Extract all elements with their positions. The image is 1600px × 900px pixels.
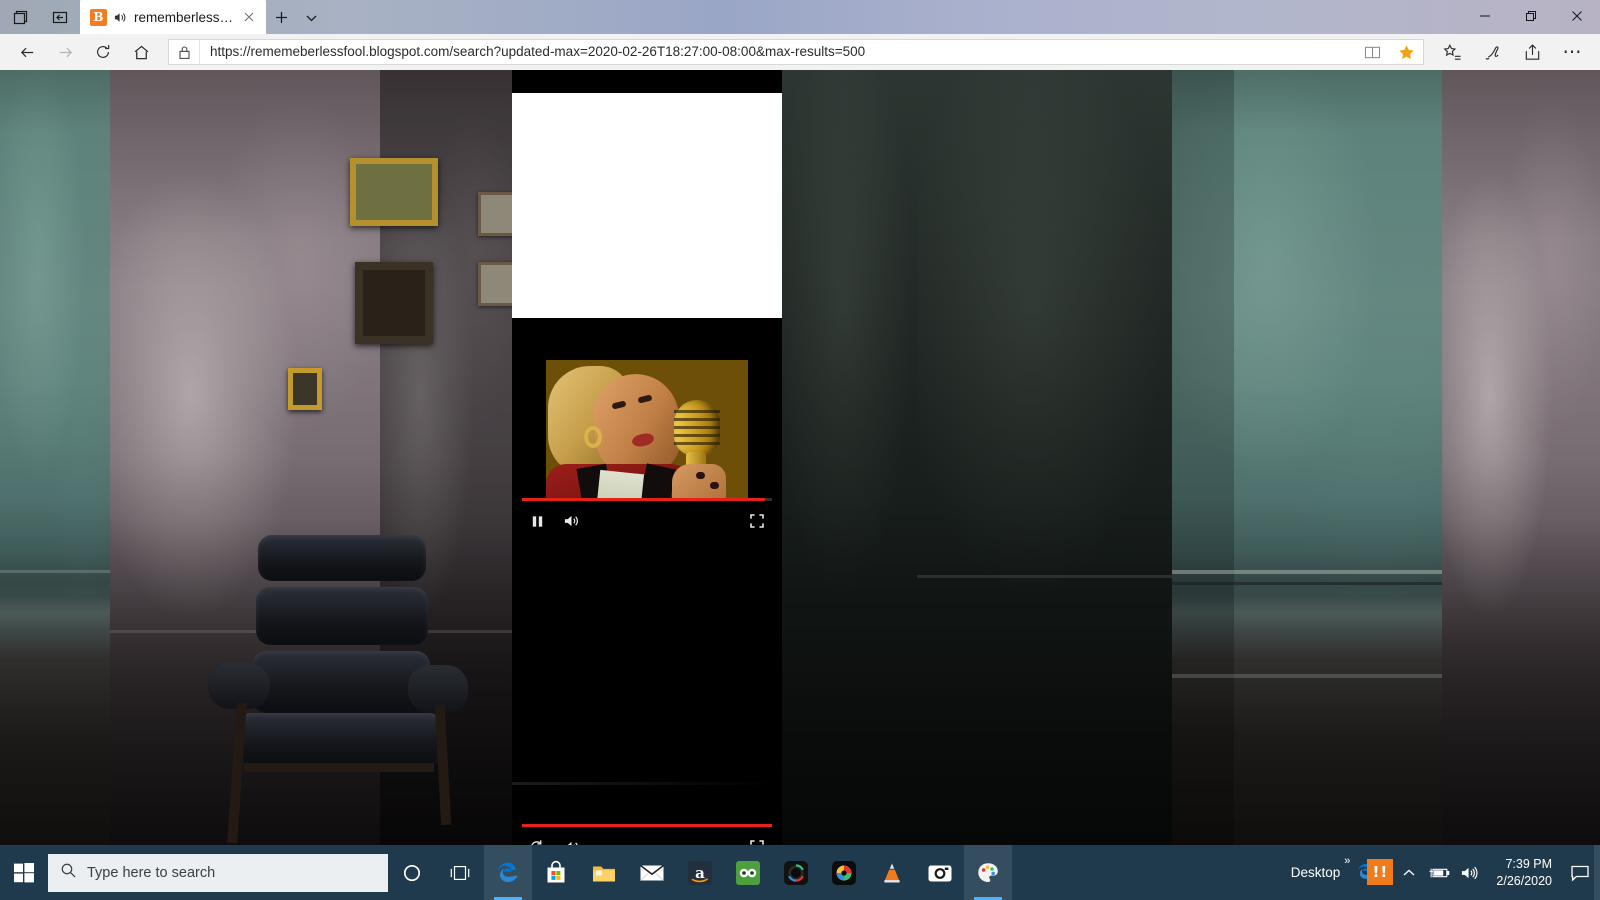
blank-post-box[interactable] <box>512 93 782 318</box>
hidden-icons-chevron-icon[interactable] <box>1394 845 1424 900</box>
windows-taskbar: Type here to search a Desktop » !! 7:39 … <box>0 845 1600 900</box>
volume-on-icon[interactable] <box>558 508 584 534</box>
set-tabs-aside-icon[interactable] <box>40 0 80 34</box>
tray-overflow-label[interactable]: » <box>1344 855 1356 877</box>
wall-picture-frame <box>288 368 322 410</box>
blogger-favicon: B <box>90 8 107 26</box>
favorite-star-icon[interactable] <box>1389 44 1423 61</box>
settings-more-button[interactable]: ⋯ <box>1552 36 1592 68</box>
wainscot-line <box>1172 570 1442 574</box>
page-viewport[interactable] <box>0 70 1600 845</box>
tab-strip: B rememberlessfool <box>0 0 1600 34</box>
armchair-decoration <box>200 535 470 845</box>
search-icon <box>60 862 77 884</box>
padlock-icon <box>169 45 199 60</box>
video-progress-fill <box>522 498 765 501</box>
background-shade <box>1172 70 1234 845</box>
taskbar-app-camera-lens[interactable] <box>772 845 820 900</box>
wall-picture-frame <box>350 158 438 226</box>
minimize-window-button[interactable] <box>1462 0 1508 32</box>
new-tab-button[interactable] <box>266 0 296 34</box>
address-bar[interactable]: https://rememeberlessfool.blogspot.com/s… <box>168 39 1424 65</box>
volume-on-icon[interactable] <box>558 834 584 845</box>
share-icon[interactable] <box>1512 36 1552 68</box>
tab-title: rememberlessfool <box>134 9 234 25</box>
favorites-hub-icon[interactable] <box>1432 36 1472 68</box>
browser-tab[interactable]: B rememberlessfool <box>80 0 266 34</box>
page-scroll-divider <box>512 782 782 785</box>
taskbar-app-microsoft-store[interactable] <box>532 845 580 900</box>
fullscreen-icon[interactable] <box>744 508 770 534</box>
back-button[interactable] <box>8 36 46 68</box>
taskbar-app-microsoft-edge[interactable] <box>484 845 532 900</box>
background-tile <box>917 70 1172 845</box>
navigation-bar: https://rememeberlessfool.blogspot.com/s… <box>0 34 1600 70</box>
task-view-icon[interactable] <box>436 845 484 900</box>
video-player-ended[interactable] <box>512 540 782 845</box>
wall-picture-frame <box>355 262 433 344</box>
close-window-button[interactable] <box>1554 0 1600 32</box>
wainscot-line <box>0 570 110 573</box>
desktop-label[interactable]: Desktop <box>1287 865 1345 880</box>
system-tray: Desktop » !! 7:39 PM 2/26/2020 <box>1287 845 1600 900</box>
window-controls <box>1462 0 1600 32</box>
home-button[interactable] <box>122 36 160 68</box>
cortana-icon[interactable] <box>388 845 436 900</box>
taskbar-app-mail[interactable] <box>628 845 676 900</box>
baseboard-line <box>1172 674 1442 678</box>
show-desktop-button[interactable] <box>1594 845 1600 900</box>
search-input[interactable]: Type here to search <box>48 853 388 892</box>
forward-button[interactable] <box>46 36 84 68</box>
video-progress-bar[interactable] <box>522 498 772 501</box>
restore-window-button[interactable] <box>1508 0 1554 32</box>
pause-icon[interactable] <box>524 508 550 534</box>
clock[interactable]: 7:39 PM 2/26/2020 <box>1484 856 1564 890</box>
browser-window: B rememberlessfool https://rememeberless… <box>0 0 1600 900</box>
tab-actions-icon[interactable] <box>0 0 40 34</box>
taskbar-app-amazon[interactable]: a <box>676 845 724 900</box>
tab-dropdown-button[interactable] <box>296 0 326 34</box>
refresh-button[interactable] <box>84 36 122 68</box>
fullscreen-icon[interactable] <box>744 834 770 845</box>
video-stage[interactable] <box>512 352 782 498</box>
taskbar-app-file-explorer[interactable] <box>580 845 628 900</box>
taskbar-app-tripadvisor[interactable] <box>724 845 772 900</box>
close-tab-icon[interactable] <box>240 8 258 26</box>
web-notes-icon[interactable] <box>1472 36 1512 68</box>
start-button[interactable] <box>0 845 48 900</box>
speaker-playing-icon[interactable] <box>113 10 128 25</box>
clock-date: 2/26/2020 <box>1496 873 1552 888</box>
video-controls <box>512 504 782 538</box>
taskbar-app-camera[interactable] <box>916 845 964 900</box>
video-player-playing[interactable] <box>512 352 782 532</box>
url-text[interactable]: https://rememeberlessfool.blogspot.com/s… <box>199 40 1355 64</box>
video-progress-bar[interactable] <box>522 824 772 827</box>
svg-text:a: a <box>695 864 705 882</box>
background-tile <box>0 70 110 845</box>
background-tile <box>782 70 917 845</box>
reading-view-icon[interactable] <box>1355 45 1389 60</box>
search-placeholder: Type here to search <box>87 864 216 881</box>
wainscot-line <box>1172 582 1442 585</box>
background-tile <box>1442 70 1600 845</box>
video-frame-thumbnail <box>546 360 748 498</box>
replay-icon[interactable] <box>524 834 550 845</box>
battery-charging-icon[interactable] <box>1424 845 1454 900</box>
wainscot-line <box>917 575 1172 578</box>
taskbar-app-color-lens[interactable] <box>820 845 868 900</box>
taskbar-app-vlc-media-player[interactable] <box>868 845 916 900</box>
video-progress-fill <box>522 824 772 827</box>
warning-alert-icon[interactable]: !! <box>1367 859 1394 885</box>
taskbar-app-paint-3d[interactable] <box>964 845 1012 900</box>
video-controls <box>512 830 782 845</box>
volume-icon[interactable] <box>1454 845 1484 900</box>
edge-tray-icon[interactable]: !! <box>1356 845 1394 900</box>
action-center-icon[interactable] <box>1564 845 1596 900</box>
clock-time: 7:39 PM <box>1505 856 1552 871</box>
